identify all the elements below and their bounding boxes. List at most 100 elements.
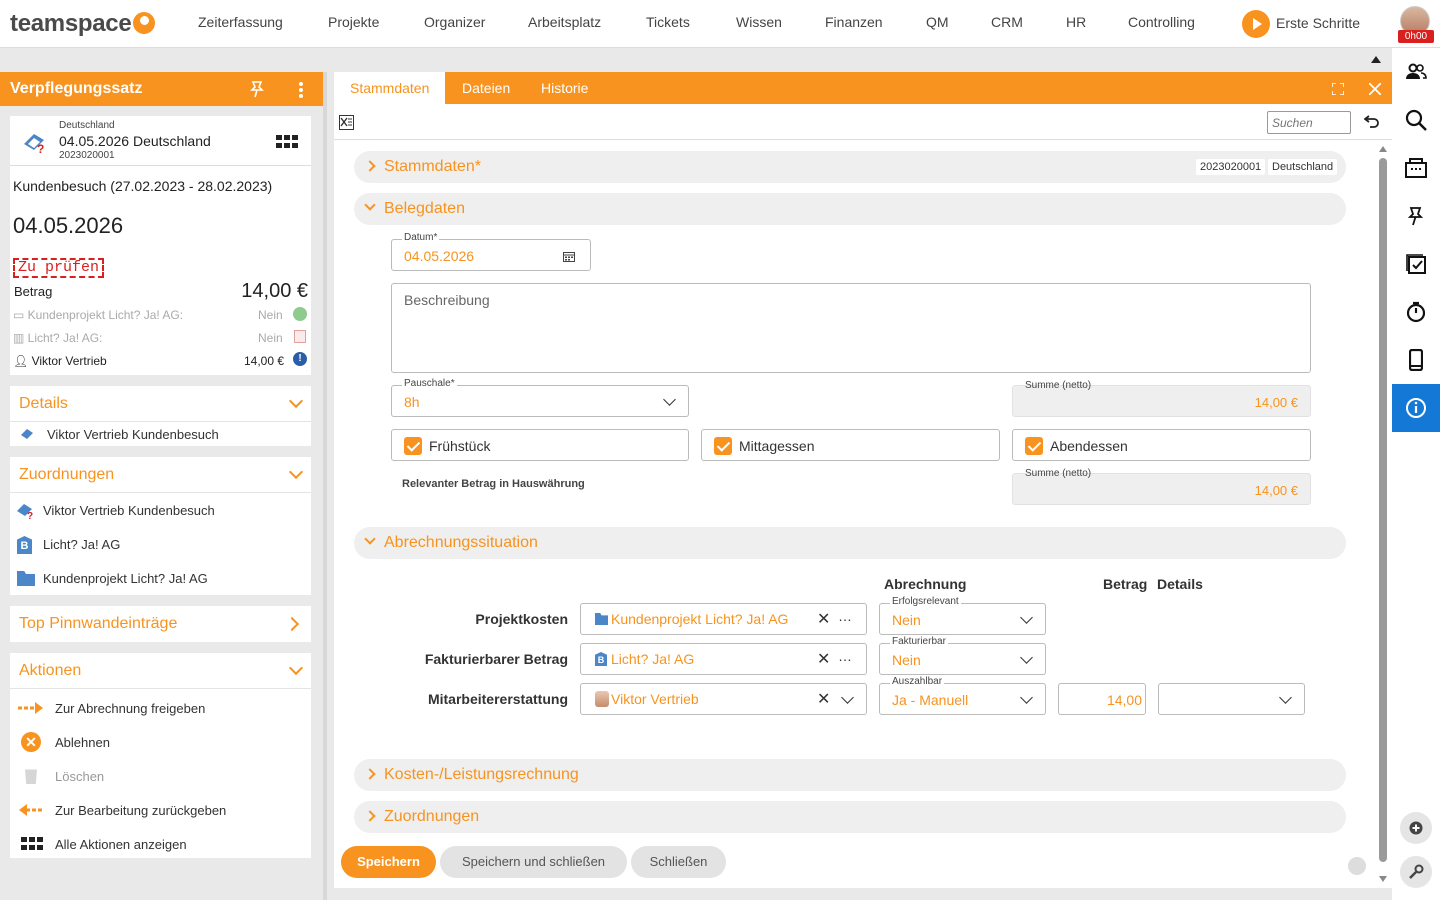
stopwatch-icon[interactable] (1392, 288, 1440, 336)
action-zurueckgeben[interactable]: Zur Bearbeitung zurückgeben (10, 793, 311, 827)
details-select[interactable] (1158, 683, 1305, 715)
aktionen-header[interactable]: Aktionen (10, 653, 311, 689)
chip-number: 2023020001 (1196, 159, 1266, 175)
save-close-button[interactable]: Speichern und schließen (440, 846, 627, 878)
erfolgsrelevant-select[interactable]: Erfolgsrelevant Nein (879, 596, 1046, 635)
beschreibung-textarea[interactable]: Beschreibung (391, 283, 1311, 373)
task-check-icon[interactable] (1392, 240, 1440, 288)
zuordnung-item-project[interactable]: Kundenprojekt Licht? Ja! AG (10, 567, 311, 595)
aktionen-section: Aktionen Zur Abrechnung freigeben ✕ Able… (10, 653, 311, 858)
tab-stammdaten[interactable]: Stammdaten (334, 72, 446, 104)
splitter[interactable] (323, 72, 327, 900)
search-input[interactable] (1267, 111, 1351, 134)
scrollbar[interactable] (1378, 146, 1388, 886)
search-icon[interactable] (1392, 96, 1440, 144)
inbox-icon[interactable] (1392, 144, 1440, 192)
action-alle-anzeigen[interactable]: Alle Aktionen anzeigen (10, 827, 311, 858)
datum-field[interactable]: Datum* 04.05.2026 (391, 232, 591, 271)
fakturierbar-select[interactable]: Fakturierbar Nein (879, 636, 1046, 675)
nav-wissen[interactable]: Wissen (736, 14, 782, 30)
mobile-icon[interactable] (1392, 336, 1440, 384)
row-mitarbeiter-label: Mitarbeitererstattung (427, 691, 568, 707)
nav-organizer[interactable]: Organizer (424, 14, 485, 30)
clear-x-icon[interactable]: ✕ (817, 689, 830, 709)
section-belegdaten[interactable]: Belegdaten (354, 193, 1346, 225)
nav-tickets[interactable]: Tickets (646, 14, 690, 30)
grid-menu-icon[interactable] (276, 135, 298, 154)
tab-dateien[interactable]: Dateien (446, 72, 526, 104)
summe-netto-field: Summe (netto) 14,00 € (1012, 380, 1311, 417)
action-freigeben[interactable]: Zur Abrechnung freigeben (10, 691, 311, 725)
nav-projekte[interactable]: Projekte (328, 14, 379, 30)
excel-export-icon[interactable] (339, 115, 354, 130)
nav-zeiterfassung[interactable]: Zeiterfassung (198, 14, 283, 30)
project-folder-icon (17, 571, 35, 586)
fakturierbar-ref-field[interactable]: B Licht? Ja! AG ✕ … (580, 643, 867, 675)
save-button[interactable]: Speichern (341, 846, 436, 878)
maximize-icon[interactable] (1331, 82, 1345, 96)
action-loeschen[interactable]: Löschen (10, 759, 311, 793)
chevron-down-icon (288, 660, 304, 676)
close-button[interactable]: Schließen (631, 846, 726, 878)
app-logo[interactable]: teamspace (10, 10, 156, 38)
arrow-left-icon (18, 804, 44, 819)
more-vertical-icon[interactable] (298, 81, 304, 104)
more-dots-icon[interactable]: … (838, 648, 852, 664)
nav-controlling[interactable]: Controlling (1128, 14, 1195, 30)
mitarbeiter-ref-field[interactable]: Viktor Vertrieb ✕ (580, 683, 867, 715)
chevron-down-icon (288, 393, 304, 409)
section-kosten[interactable]: Kosten-/Leistungsrechnung (354, 759, 1346, 791)
section-abrechnung[interactable]: Abrechnungssituation (354, 527, 1346, 559)
action-ablehnen[interactable]: ✕ Ablehnen (10, 725, 311, 759)
mittagessen-checkbox[interactable]: Mittagessen (701, 429, 1000, 461)
info-icon[interactable] (1392, 384, 1440, 432)
pin-icon[interactable] (1392, 192, 1440, 240)
wrench-icon[interactable] (1400, 856, 1432, 888)
nav-finanzen[interactable]: Finanzen (825, 14, 883, 30)
nav-qm[interactable]: QM (926, 14, 949, 30)
pauschale-select[interactable]: Pauschale* 8h (391, 378, 689, 417)
zuordnung-item-trip[interactable]: ? Viktor Vertrieb Kundenbesuch (10, 499, 311, 527)
pinnwand-section[interactable]: Top Pinnwandeinträge (10, 606, 311, 642)
clear-x-icon[interactable]: ✕ (817, 609, 830, 629)
tab-historie[interactable]: Historie (525, 72, 604, 104)
chevron-down-icon (288, 464, 304, 480)
scrollbar-thumb[interactable] (1379, 158, 1387, 862)
section-zuordnungen[interactable]: Zuordnungen (354, 801, 1346, 833)
nav-arbeitsplatz[interactable]: Arbeitsplatz (528, 14, 601, 30)
left-panel: ? Deutschland 04.05.2026 Deutschland 202… (0, 106, 323, 900)
pin-icon[interactable] (250, 81, 264, 103)
details-header[interactable]: Details (10, 386, 311, 422)
nav-hr[interactable]: HR (1066, 14, 1086, 30)
more-dots-icon[interactable]: … (838, 608, 852, 624)
chevron-down-icon[interactable] (841, 691, 854, 704)
check-circle-icon (293, 307, 307, 321)
nav-crm[interactable]: CRM (991, 14, 1023, 30)
zuordnungen-header[interactable]: Zuordnungen (10, 457, 311, 493)
fruehstueck-checkbox[interactable]: Frühstück (391, 429, 689, 461)
users-icon[interactable] (1392, 48, 1440, 96)
company-icon: B (17, 536, 32, 554)
add-circle-icon[interactable] (1400, 812, 1432, 844)
main-tabs-bar: Stammdaten Dateien Historie (334, 72, 1392, 104)
abendessen-checkbox[interactable]: Abendessen (1012, 429, 1311, 461)
betrag-input[interactable]: 14,00 (1058, 683, 1146, 715)
collapse-up-icon[interactable] (1371, 56, 1381, 63)
chevron-down-icon (1020, 691, 1033, 704)
auszahlbar-select[interactable]: Auszahlbar Ja - Manuell (879, 676, 1046, 715)
section-stammdaten[interactable]: Stammdaten* 2023020001 Deutschland (354, 151, 1346, 183)
close-icon[interactable] (1368, 82, 1382, 100)
user-status-icon[interactable] (1348, 857, 1366, 875)
details-item[interactable]: Viktor Vertrieb Kundenbesuch (10, 423, 311, 446)
projektkosten-ref-field[interactable]: Kundenprojekt Licht? Ja! AG ✕ … (580, 603, 867, 635)
zuordnung-item-company[interactable]: B Licht? Ja! AG (10, 533, 311, 561)
clear-x-icon[interactable]: ✕ (817, 649, 830, 669)
col-betrag: Betrag (1103, 576, 1148, 592)
calendar-icon[interactable] (563, 249, 575, 267)
main-form: Stammdaten* 2023020001 Deutschland Beleg… (334, 140, 1392, 888)
summe-netto-hw-field: Summe (netto) 14,00 € (1012, 468, 1311, 505)
col-details: Details (1157, 576, 1203, 592)
left-panel-header: Verpflegungssatz (0, 72, 323, 106)
svg-text:?: ? (37, 142, 44, 154)
undo-icon[interactable] (1363, 113, 1380, 134)
